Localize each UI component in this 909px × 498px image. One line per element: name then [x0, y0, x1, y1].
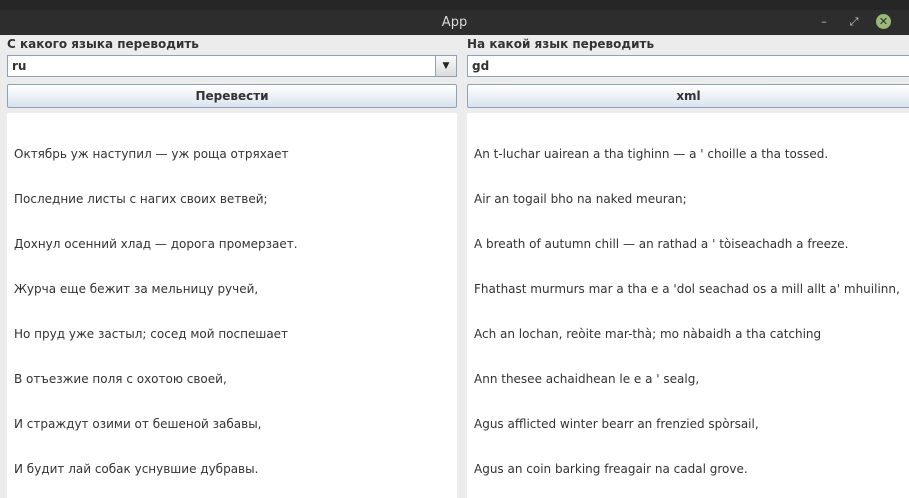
- close-icon[interactable]: ✕: [876, 14, 891, 29]
- target-line: Ann thesee achaidhean le e a ' sealg,: [474, 372, 700, 386]
- source-line: Дохнул осенний хлад — дорога промерзает.: [14, 237, 298, 251]
- source-language-value: ru: [12, 59, 27, 73]
- source-line: Но пруд уже застыл; сосед мой поспешает: [14, 327, 289, 341]
- source-language-select[interactable]: ru ▼: [7, 55, 457, 77]
- main-panel: С какого языка переводить ru ▼ Перевести…: [0, 35, 909, 498]
- source-line: И будит лай собак уснувшие дубравы.: [14, 462, 259, 476]
- target-language-label: На какой язык переводить: [467, 37, 655, 51]
- maximize-icon[interactable]: ⤢: [847, 15, 861, 29]
- target-line: An t-luchar uairean a tha tighinn — a ' …: [474, 147, 829, 161]
- source-language-label: С какого языка переводить: [7, 37, 199, 51]
- source-text-area[interactable]: Октябрь уж наступил — уж роща отряхает П…: [7, 113, 457, 498]
- target-line: A breath of autumn chill — an rathad a '…: [474, 237, 849, 251]
- target-line: Agus an coin barking freagair na cadal g…: [474, 462, 748, 476]
- target-language-value: gd: [472, 59, 490, 73]
- translate-button[interactable]: Перевести: [7, 84, 457, 108]
- window-title: App: [441, 15, 468, 30]
- target-language-input[interactable]: gd: [467, 55, 909, 77]
- source-line: Последние листы с нагих своих ветвей;: [14, 192, 268, 206]
- target-line: Agus afflicted winter bearr an frenzied …: [474, 417, 759, 431]
- app-window: App – ⤢ ✕ С какого языка переводить ru ▼…: [0, 10, 909, 498]
- minimize-icon[interactable]: –: [817, 15, 831, 29]
- source-line: Журча еще бежит за мельницу ручей,: [14, 282, 259, 296]
- target-line: Ach an lochan, reòite mar-thà; mo nàbaid…: [474, 327, 822, 341]
- xml-button[interactable]: xml: [467, 84, 909, 108]
- source-line: Октябрь уж наступил — уж роща отряхает: [14, 147, 289, 161]
- target-line: Fhathast murmurs mar a tha e a 'dol seac…: [474, 282, 900, 296]
- target-line: Air an togail bho na naked meuran;: [474, 192, 687, 206]
- source-line: И страждут озими от бешеной забавы,: [14, 417, 262, 431]
- title-bar: App – ⤢ ✕: [0, 10, 909, 35]
- source-line: В отъезжие поля с охотою своей,: [14, 372, 227, 386]
- target-text-area[interactable]: An t-luchar uairean a tha tighinn — a ' …: [467, 113, 909, 498]
- chevron-down-icon[interactable]: ▼: [435, 56, 456, 76]
